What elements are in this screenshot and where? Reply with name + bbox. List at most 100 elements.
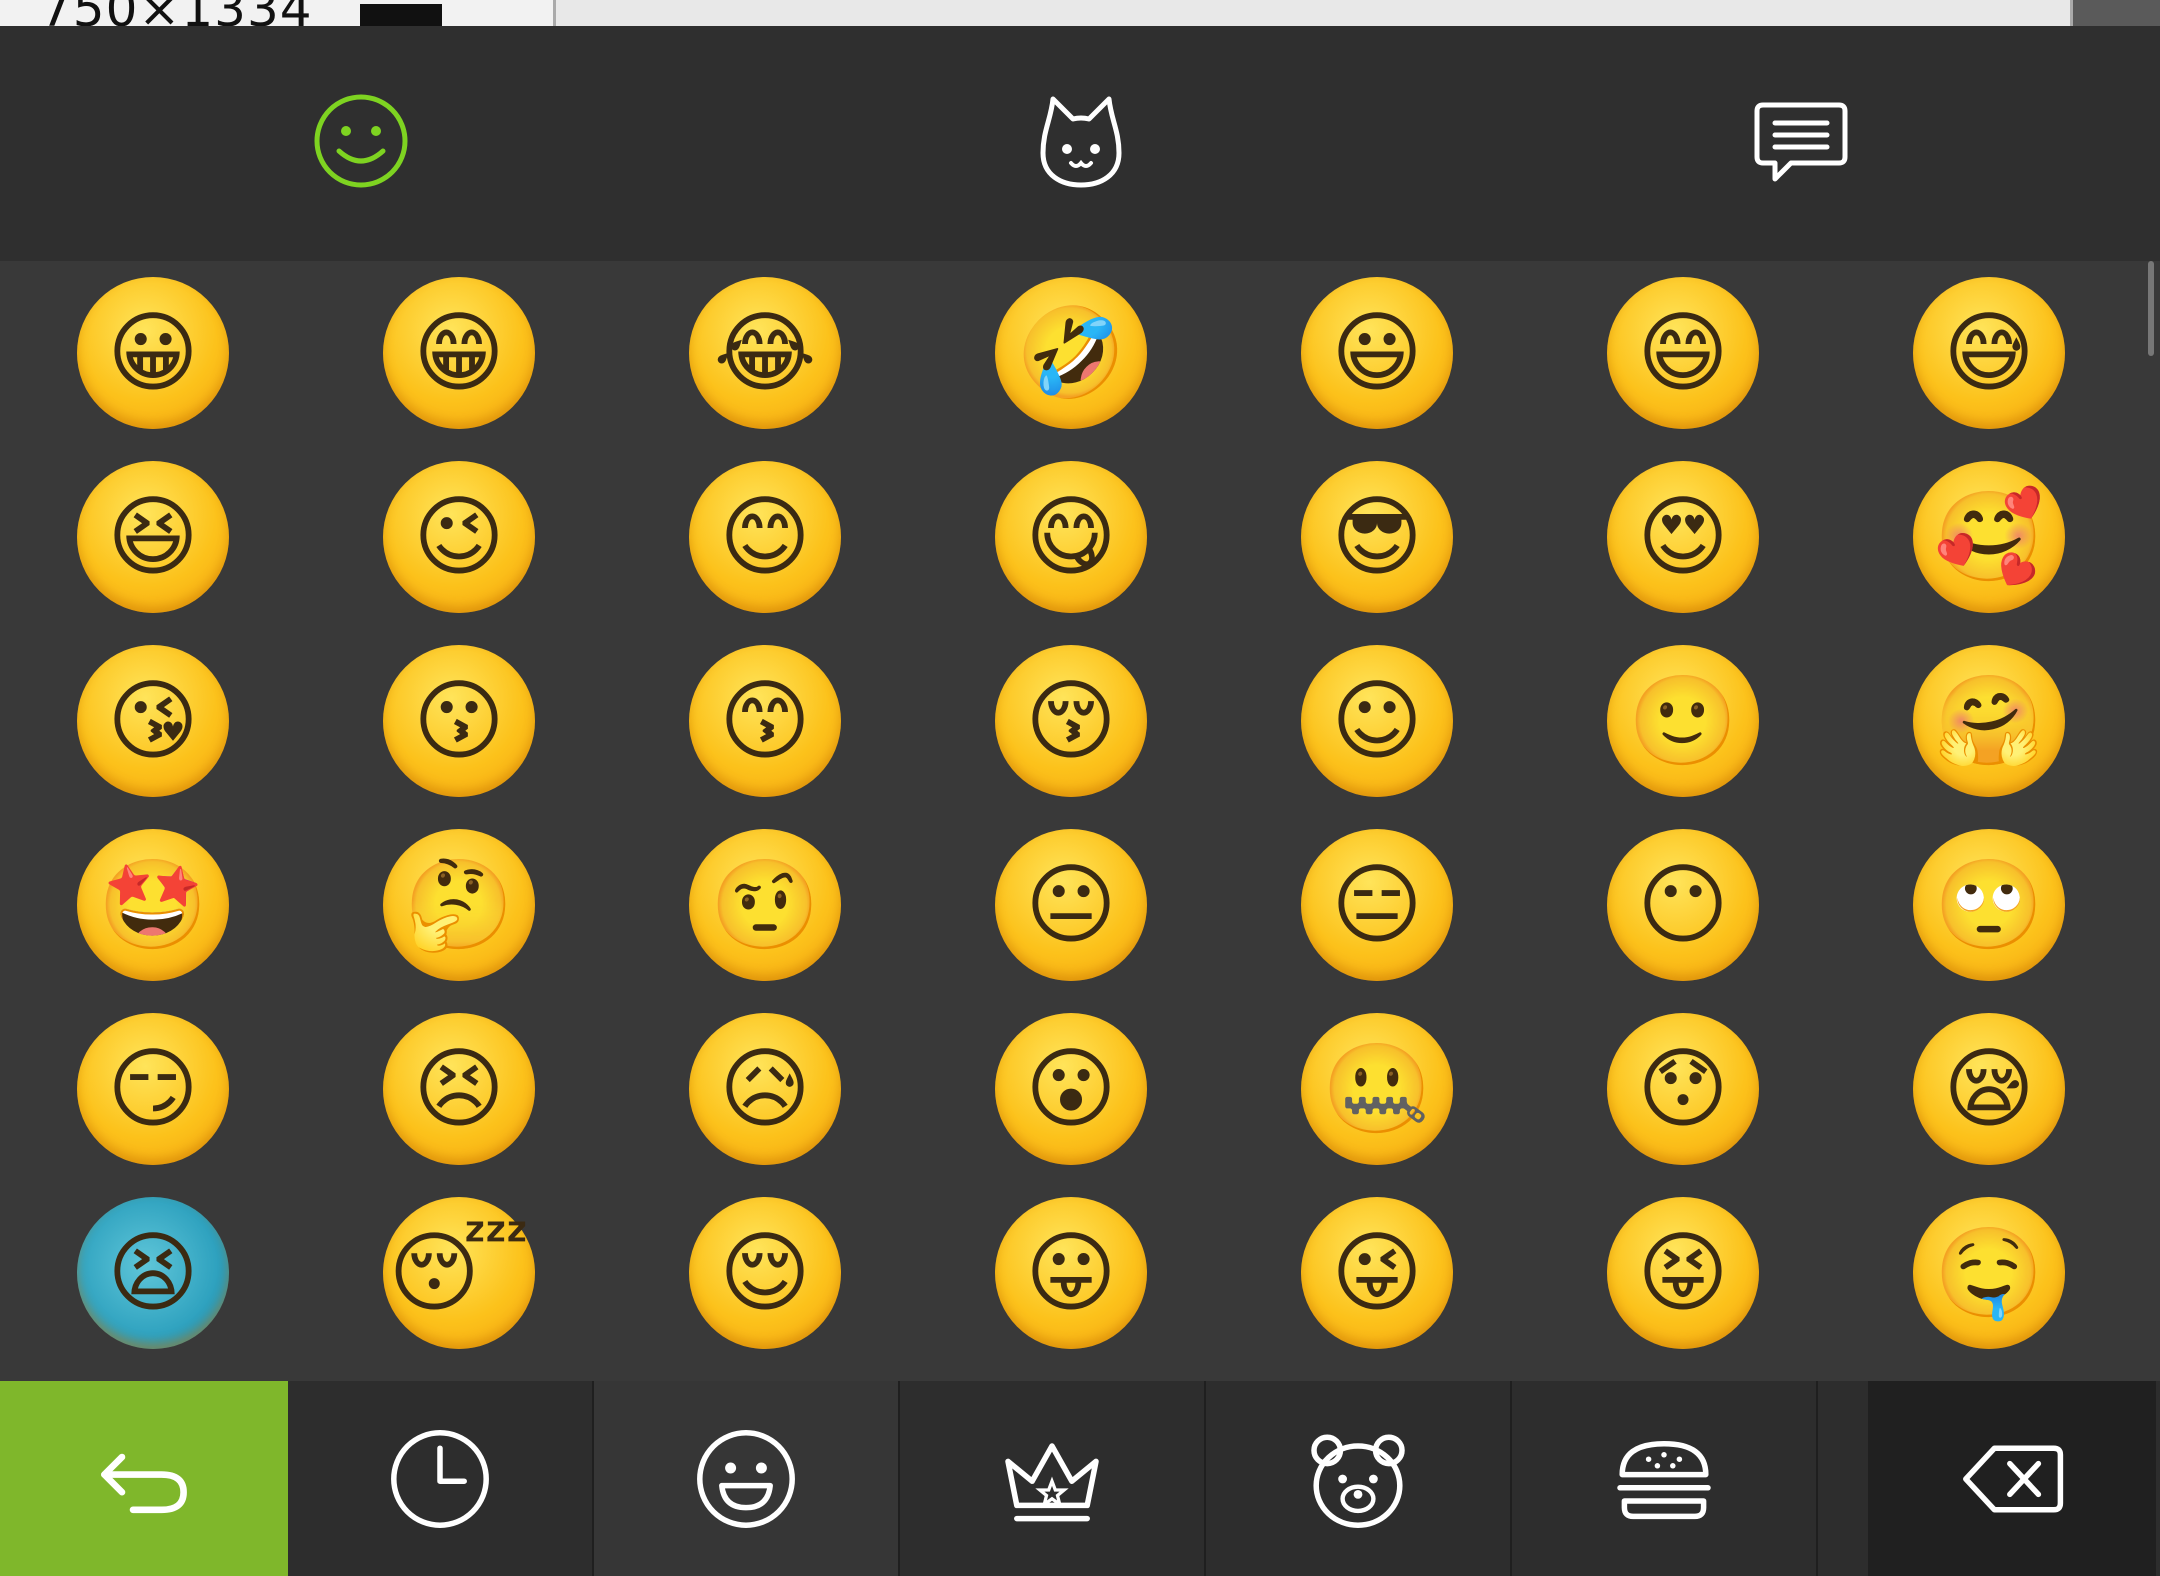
emoji-glyph: 😪 bbox=[1913, 1013, 2065, 1165]
size-readout: 750×1334 bbox=[0, 0, 553, 26]
emoji-glyph: 😀 bbox=[77, 277, 229, 429]
emoji-key[interactable]: 🤔 bbox=[306, 813, 612, 997]
emoji-glyph: 😚 bbox=[995, 645, 1147, 797]
category-bar bbox=[0, 26, 2160, 261]
clock-icon bbox=[391, 1429, 489, 1528]
emoji-key[interactable]: 🤣 bbox=[918, 261, 1224, 445]
emoji-glyph: 😂 bbox=[689, 277, 841, 429]
emoji-glyph: 😉 bbox=[383, 461, 535, 613]
scroll-thumb[interactable] bbox=[2148, 261, 2154, 356]
emoji-key[interactable]: 😘 bbox=[0, 629, 306, 813]
top-status-strip: 750×1334 bbox=[0, 0, 2160, 26]
emoji-key[interactable]: 🤗 bbox=[1836, 629, 2142, 813]
emoji-key[interactable]: 😫 bbox=[0, 1181, 306, 1365]
emoji-grid: 😀 😁 😂 🤣 😃 😄 😅 😆 😉 😊 😋 😎 😍 🥰 😘 😗 😙 😚 ☺ 🙂 🤗 🤩 🤔 🤨 😐 😑 😶 🙄 😏 😣 😥 😮 🤐 😯 😪 😫 😴 😌 😛 😜… bbox=[0, 261, 2140, 1381]
emoji-key[interactable]: 😋 bbox=[918, 445, 1224, 629]
scrollbar[interactable] bbox=[2140, 261, 2160, 1381]
emoji-key[interactable]: 😏 bbox=[0, 997, 306, 1181]
delete-button[interactable] bbox=[1868, 1381, 2156, 1576]
emoji-key[interactable]: 🤤 bbox=[1836, 1181, 2142, 1365]
category-smileys-button[interactable] bbox=[594, 1381, 900, 1576]
emoji-key[interactable]: 😅 bbox=[1836, 261, 2142, 445]
size-readout-text: 750×1334 bbox=[40, 0, 313, 26]
category-symbols-button[interactable] bbox=[900, 1381, 1206, 1576]
emoji-key[interactable]: 😯 bbox=[1530, 997, 1836, 1181]
emoji-glyph: 🤔 bbox=[383, 829, 535, 981]
emoji-key[interactable]: 😊 bbox=[612, 445, 918, 629]
emoji-glyph: 😘 bbox=[77, 645, 229, 797]
emoji-glyph: 😍 bbox=[1607, 461, 1759, 613]
smiley-icon bbox=[314, 94, 408, 188]
emoji-key[interactable]: 😀 bbox=[0, 261, 306, 445]
emoji-key[interactable]: 🤩 bbox=[0, 813, 306, 997]
emoji-key[interactable]: 😥 bbox=[612, 997, 918, 1181]
emoji-key[interactable]: 😑 bbox=[1224, 813, 1530, 997]
backspace-icon bbox=[1963, 1444, 2064, 1513]
emoji-key[interactable]: 😄 bbox=[1530, 261, 1836, 445]
emoji-key[interactable]: 😣 bbox=[306, 997, 612, 1181]
emoji-key[interactable]: 😝 bbox=[1530, 1181, 1836, 1365]
emoji-key[interactable]: 🙂 bbox=[1530, 629, 1836, 813]
text-caret bbox=[360, 4, 442, 26]
emoji-glyph: 😛 bbox=[995, 1197, 1147, 1349]
emoji-glyph: 😆 bbox=[77, 461, 229, 613]
emoji-glyph: 😌 bbox=[689, 1197, 841, 1349]
bottom-bar-spacer bbox=[1818, 1381, 1868, 1576]
emoji-glyph: 😃 bbox=[1301, 277, 1453, 429]
emoji-key[interactable]: 😐 bbox=[918, 813, 1224, 997]
input-bar[interactable] bbox=[553, 0, 2073, 26]
emoji-key[interactable]: 😮 bbox=[918, 997, 1224, 1181]
emoji-key[interactable]: 😎 bbox=[1224, 445, 1530, 629]
emoji-key[interactable]: 😛 bbox=[918, 1181, 1224, 1365]
emoji-glyph: 🤗 bbox=[1913, 645, 2065, 797]
emoji-key[interactable]: 😌 bbox=[612, 1181, 918, 1365]
emoji-key[interactable]: 🤐 bbox=[1224, 997, 1530, 1181]
emoji-glyph: 😶 bbox=[1607, 829, 1759, 981]
emoji-glyph: 😗 bbox=[383, 645, 535, 797]
emoji-glyph: 🤐 bbox=[1301, 1013, 1453, 1165]
emoji-glyph: 😋 bbox=[995, 461, 1147, 613]
tab-phrases[interactable] bbox=[1746, 86, 1856, 196]
cat-face-icon bbox=[1040, 96, 1122, 188]
emoji-key[interactable]: 😂 bbox=[612, 261, 918, 445]
tab-emoji[interactable] bbox=[306, 86, 416, 196]
emoji-glyph: 😝 bbox=[1607, 1197, 1759, 1349]
emoji-glyph: 😐 bbox=[995, 829, 1147, 981]
crown-icon bbox=[1005, 1442, 1099, 1521]
emoji-key[interactable]: 🥰 bbox=[1836, 445, 2142, 629]
emoji-key[interactable]: 🤨 bbox=[612, 813, 918, 997]
emoji-glyph: 🤤 bbox=[1913, 1197, 2065, 1349]
tab-kaomoji[interactable] bbox=[1026, 86, 1136, 196]
emoji-glyph: 😮 bbox=[995, 1013, 1147, 1165]
emoji-glyph: ☺ bbox=[1301, 645, 1453, 797]
emoji-key[interactable]: 😴 bbox=[306, 1181, 612, 1365]
emoji-glyph: 🙄 bbox=[1913, 829, 2065, 981]
emoji-key[interactable]: ☺ bbox=[1224, 629, 1530, 813]
emoji-glyph: 😁 bbox=[383, 277, 535, 429]
emoji-glyph: 😙 bbox=[689, 645, 841, 797]
emoji-glyph: 🤣 bbox=[995, 277, 1147, 429]
emoji-key[interactable]: 😙 bbox=[612, 629, 918, 813]
emoji-glyph: 😫 bbox=[77, 1197, 229, 1349]
emoji-key[interactable]: 😗 bbox=[306, 629, 612, 813]
emoji-key[interactable]: 😶 bbox=[1530, 813, 1836, 997]
emoji-key[interactable]: 😍 bbox=[1530, 445, 1836, 629]
emoji-glyph: 😎 bbox=[1301, 461, 1453, 613]
category-animals-button[interactable] bbox=[1206, 1381, 1512, 1576]
emoji-key[interactable]: 😉 bbox=[306, 445, 612, 629]
emoji-key[interactable]: 😁 bbox=[306, 261, 612, 445]
emoji-key[interactable]: 😃 bbox=[1224, 261, 1530, 445]
emoji-grid-panel: 😀 😁 😂 🤣 😃 😄 😅 😆 😉 😊 😋 😎 😍 🥰 😘 😗 😙 😚 ☺ 🙂 🤗 🤩 🤔 🤨 😐 😑 😶 🙄 😏 😣 😥 😮 🤐 😯 😪 😫 😴 😌 😛 😜… bbox=[0, 261, 2160, 1381]
emoji-key[interactable]: 😜 bbox=[1224, 1181, 1530, 1365]
emoji-glyph: 😯 bbox=[1607, 1013, 1759, 1165]
emoji-key[interactable]: 😚 bbox=[918, 629, 1224, 813]
emoji-key[interactable]: 🙄 bbox=[1836, 813, 2142, 997]
back-button[interactable] bbox=[0, 1381, 288, 1576]
emoji-key[interactable]: 😪 bbox=[1836, 997, 2142, 1181]
back-arrow-icon bbox=[101, 1453, 187, 1513]
emoji-glyph: 😅 bbox=[1913, 277, 2065, 429]
category-recent-button[interactable] bbox=[288, 1381, 594, 1576]
emoji-glyph: 😏 bbox=[77, 1013, 229, 1165]
category-food-button[interactable] bbox=[1512, 1381, 1818, 1576]
emoji-key[interactable]: 😆 bbox=[0, 445, 306, 629]
